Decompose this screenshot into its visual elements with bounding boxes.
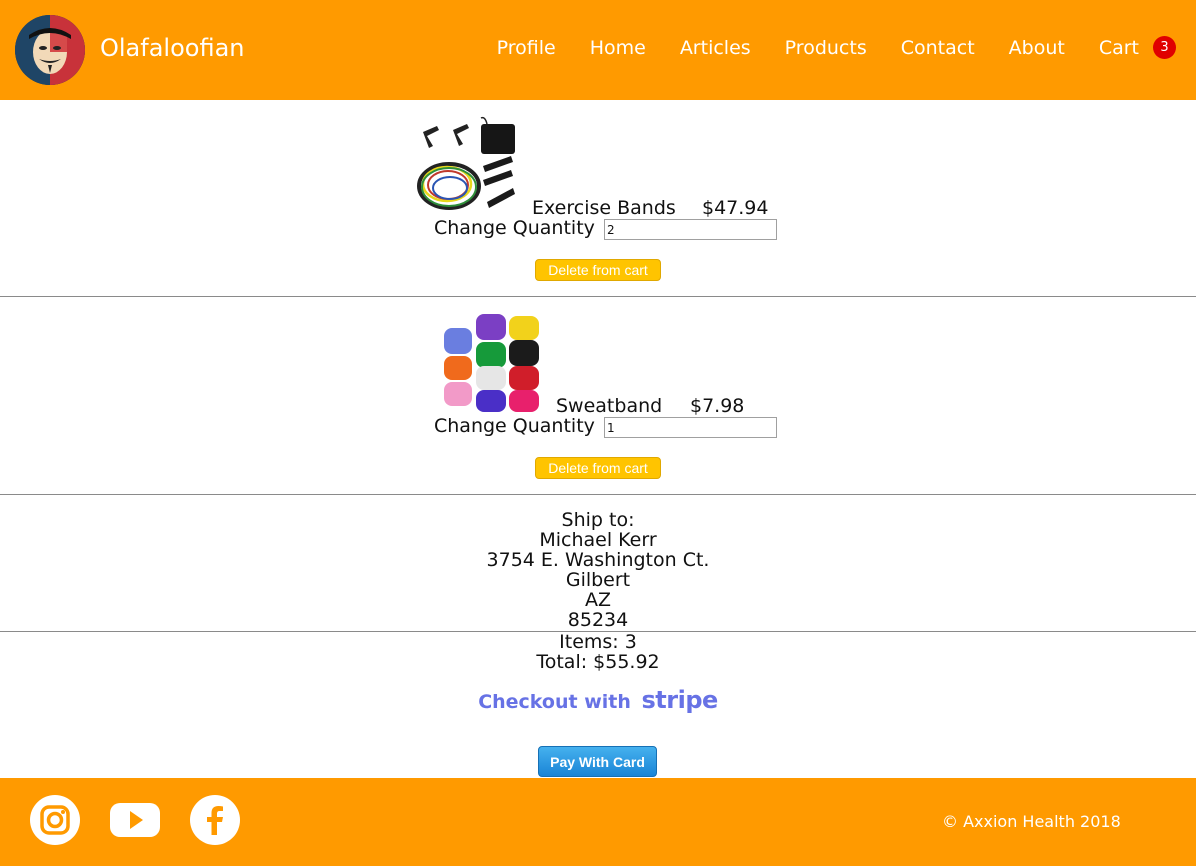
nav-contact[interactable]: Contact bbox=[901, 37, 975, 59]
nav-cart[interactable]: Cart 3 bbox=[1099, 36, 1176, 59]
site-footer: © Axxion Health 2018 bbox=[0, 778, 1196, 866]
items-count: Items: 3 bbox=[559, 631, 637, 653]
nav-articles[interactable]: Articles bbox=[680, 37, 751, 59]
ship-street: 3754 E. Washington Ct. bbox=[486, 549, 710, 571]
product-name: Sweatband bbox=[556, 395, 663, 417]
order-summary: Items: 3 Total: $55.92 bbox=[0, 632, 1196, 672]
copyright-text: © Axxion Health 2018 bbox=[942, 812, 1121, 831]
cart-count-badge: 3 bbox=[1153, 36, 1176, 59]
pay-with-card-button[interactable]: Pay With Card bbox=[538, 746, 657, 777]
delete-from-cart-button[interactable]: Delete from cart bbox=[535, 259, 661, 281]
nav-products[interactable]: Products bbox=[785, 37, 867, 59]
nav-about[interactable]: About bbox=[1009, 37, 1065, 59]
divider bbox=[0, 494, 1196, 495]
quantity-label: Change Quantity bbox=[434, 415, 595, 437]
ship-zip: 85234 bbox=[567, 609, 629, 631]
order-total: Total: $55.92 bbox=[536, 651, 660, 673]
ship-name: Michael Kerr bbox=[539, 529, 657, 551]
avatar[interactable] bbox=[15, 15, 85, 85]
instagram-icon[interactable] bbox=[30, 795, 80, 845]
ship-city: Gilbert bbox=[565, 569, 631, 591]
nav-cart-label[interactable]: Cart bbox=[1099, 37, 1139, 59]
stripe-logo: stripe bbox=[641, 686, 719, 714]
youtube-icon[interactable] bbox=[110, 795, 160, 845]
site-header: Olafaloofian Profile Home Articles Produ… bbox=[0, 0, 1196, 100]
quantity-label: Change Quantity bbox=[434, 217, 595, 239]
shipping-address: Ship to: Michael Kerr 3754 E. Washington… bbox=[0, 510, 1196, 630]
delete-from-cart-button[interactable]: Delete from cart bbox=[535, 457, 661, 479]
quantity-input[interactable] bbox=[604, 417, 777, 438]
checkout-with-stripe: Checkout with stripe bbox=[0, 686, 1196, 714]
product-price: $47.94 bbox=[702, 197, 769, 219]
checkout-text: Checkout with bbox=[478, 691, 631, 713]
ship-to-heading: Ship to: bbox=[561, 509, 635, 531]
quantity-input[interactable] bbox=[604, 219, 777, 240]
ship-state: AZ bbox=[584, 589, 611, 611]
exercise-bands-image bbox=[417, 116, 515, 210]
nav-profile[interactable]: Profile bbox=[497, 37, 556, 59]
product-name: Exercise Bands bbox=[532, 197, 676, 219]
site-name[interactable]: Olafaloofian bbox=[100, 34, 245, 62]
facebook-icon[interactable] bbox=[190, 795, 240, 845]
product-price: $7.98 bbox=[690, 395, 745, 417]
divider bbox=[0, 296, 1196, 297]
sweatband-image bbox=[444, 314, 539, 412]
main-nav: Profile Home Articles Products Contact A… bbox=[463, 36, 1176, 59]
nav-home[interactable]: Home bbox=[590, 37, 646, 59]
